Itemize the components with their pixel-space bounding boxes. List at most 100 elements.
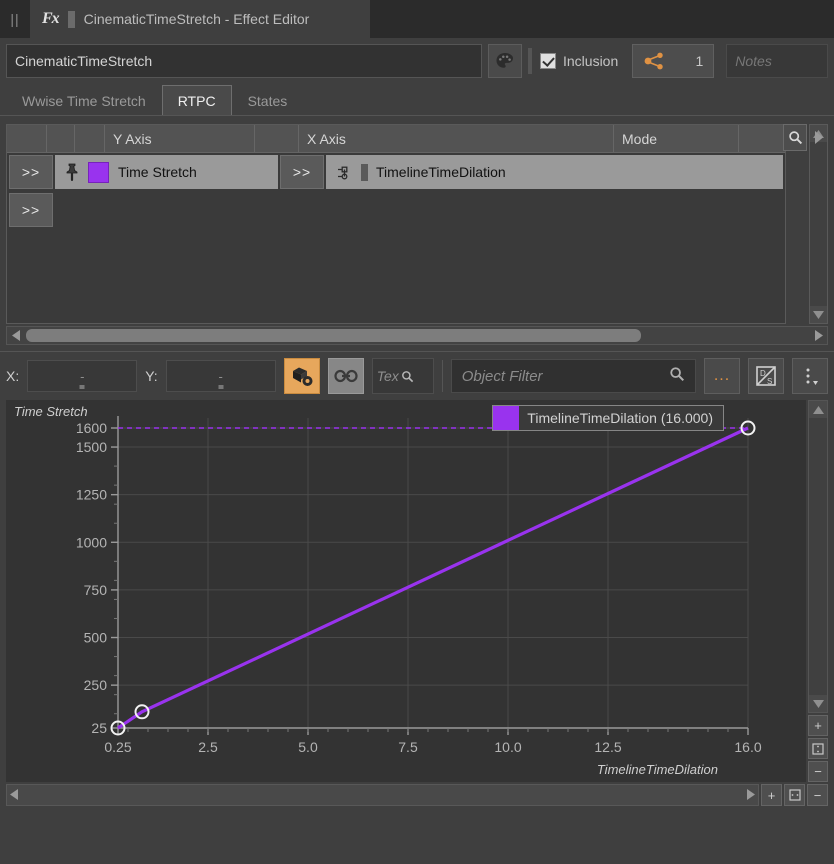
- object-name-bar: CinematicTimeStretch Inclusion 1 Notes: [0, 38, 834, 84]
- curve-color-swatch[interactable]: [88, 161, 109, 183]
- object-filter-input[interactable]: Object Filter: [450, 359, 696, 393]
- header-col-mode[interactable]: Mode: [614, 125, 739, 152]
- palette-button[interactable]: [488, 44, 522, 78]
- rtpc-game-parameter-icon: [338, 166, 348, 179]
- tab-wwise-time-stretch[interactable]: Wwise Time Stretch: [6, 85, 162, 115]
- chevron-left-icon: [11, 330, 20, 341]
- table-new-row[interactable]: >>: [7, 191, 785, 229]
- row-x-axis-cell[interactable]: TimelineTimeDilation: [326, 155, 783, 189]
- graph-vertical-scrollbar[interactable]: [808, 400, 828, 713]
- window-tab-label: CinematicTimeStretch - Effect Editor: [83, 11, 310, 27]
- y-tick-label: 25: [91, 720, 107, 736]
- graph-zoom-fit-horizontal-button[interactable]: [784, 784, 805, 806]
- tab-rtpc[interactable]: RTPC: [161, 85, 232, 115]
- graph-scroll-up-button[interactable]: [809, 401, 827, 418]
- scroll-track[interactable]: [810, 142, 827, 306]
- graph-zoom-out-vertical-button[interactable]: −: [808, 761, 828, 782]
- expand-right-icon: [814, 130, 823, 144]
- table-expand-button[interactable]: [810, 128, 826, 146]
- graph-zoom-in-vertical-button[interactable]: +: [808, 715, 828, 736]
- x-tick-label: 0.25: [104, 739, 131, 755]
- window-titlebar: || Fx CinematicTimeStretch - Effect Edit…: [0, 0, 834, 38]
- curve-plot-svg[interactable]: 25 250 500 750 1000 1250 1500 1600 0.25 2.5 5.0 7.5…: [6, 400, 806, 782]
- panel-drag-handle[interactable]: ||: [0, 0, 30, 38]
- row-y-axis-cell[interactable]: Time Stretch: [55, 155, 278, 189]
- curve-line[interactable]: [117, 426, 749, 730]
- graph-scroll-track[interactable]: [809, 418, 827, 695]
- notes-input[interactable]: Notes: [726, 44, 828, 78]
- scroll-left-button[interactable]: [7, 330, 24, 341]
- graph-scroll-right-button[interactable]: [747, 788, 755, 803]
- link-icon: [334, 369, 358, 383]
- y-tick-label: 1600: [76, 420, 107, 436]
- y-tick-label: 1250: [76, 487, 107, 503]
- table-row[interactable]: >> Time Stretch >> TimelineTimeDilation: [7, 153, 785, 191]
- x-tick-label: 2.5: [198, 739, 218, 755]
- inclusion-control[interactable]: Inclusion: [540, 53, 618, 69]
- table-vertical-scrollbar[interactable]: [809, 124, 828, 324]
- graph-side-controls: + −: [808, 400, 828, 782]
- x-tick-label: 5.0: [298, 739, 318, 755]
- more-options-icon: [806, 368, 818, 385]
- search-icon: [788, 131, 802, 145]
- chevron-right-icon: [747, 788, 755, 800]
- graph-title: Time Stretch: [14, 404, 88, 419]
- texture-filter-label: Tex: [376, 368, 399, 384]
- fx-icon: Fx: [42, 10, 60, 27]
- header-col-x-axis[interactable]: X Axis: [299, 125, 614, 152]
- scroll-right-button[interactable]: [810, 330, 827, 341]
- tab-separator: [67, 10, 75, 28]
- inclusion-checkbox[interactable]: [540, 53, 556, 69]
- graph-bottom-bar: + −: [6, 784, 828, 806]
- options-menu-button[interactable]: [792, 358, 828, 394]
- window-tab[interactable]: Fx CinematicTimeStretch - Effect Editor: [30, 0, 370, 38]
- graph-horizontal-scrollbar[interactable]: [6, 784, 759, 806]
- row-y-axis-label: Time Stretch: [118, 164, 197, 180]
- y-tick-label: 750: [84, 582, 108, 598]
- scroll-down-button[interactable]: [810, 306, 827, 323]
- graph-zoom-in-horizontal-button[interactable]: +: [761, 784, 782, 806]
- visual-studio-icon: D S: [756, 366, 776, 386]
- scroll-thumb[interactable]: [26, 329, 641, 342]
- new-row-expand-button[interactable]: >>: [9, 193, 53, 227]
- table-search-button[interactable]: [783, 124, 807, 151]
- curve-control-bar: X: - Y: - Tex Object Filter ... D S: [0, 352, 834, 400]
- link-curves-button[interactable]: [327, 358, 364, 394]
- curve-graph-area: Time Stretch TimelineTimeDilation (16.00…: [6, 400, 828, 782]
- y-coord-label: Y:: [145, 368, 158, 384]
- x-coord-label: X:: [6, 368, 20, 384]
- x-axis-title: TimelineTimeDilation: [596, 762, 718, 777]
- visual-studio-button[interactable]: D S: [748, 358, 784, 394]
- chevron-up-icon: [812, 405, 824, 414]
- chevron-left-icon: [10, 788, 18, 800]
- row-x-expand-button[interactable]: >>: [280, 155, 324, 189]
- shareset-count: 1: [695, 53, 704, 69]
- header-col-pin: [47, 125, 75, 152]
- search-icon: [401, 370, 413, 382]
- shareset-button[interactable]: 1: [632, 44, 715, 78]
- edit-curve-icon: [292, 367, 313, 386]
- y-tick-label: 1500: [76, 439, 107, 455]
- edit-curve-button[interactable]: [283, 358, 320, 394]
- object-name-input[interactable]: CinematicTimeStretch: [6, 44, 482, 78]
- table-horizontal-scrollbar[interactable]: [6, 326, 828, 345]
- object-filter-placeholder: Object Filter: [461, 367, 543, 385]
- chevron-down-icon: [812, 699, 824, 708]
- graph-zoom-fit-vertical-button[interactable]: [808, 738, 828, 759]
- x-coord-input[interactable]: -: [27, 360, 138, 392]
- more-button[interactable]: ...: [704, 358, 740, 394]
- row-expand-button[interactable]: >>: [9, 155, 53, 189]
- y-coord-input[interactable]: -: [165, 360, 276, 392]
- legend-label: TimelineTimeDilation (16.000): [527, 410, 713, 426]
- graph-zoom-out-horizontal-button[interactable]: −: [807, 784, 828, 806]
- tab-states[interactable]: States: [231, 85, 304, 115]
- graph-legend[interactable]: TimelineTimeDilation (16.000): [492, 405, 724, 431]
- header-col-y-axis[interactable]: Y Axis: [105, 125, 255, 152]
- texture-filter-input[interactable]: Tex: [371, 358, 434, 394]
- x-tick-label: 10.0: [494, 739, 521, 755]
- object-filter-search-icon: [669, 366, 685, 386]
- graph-scroll-left-button[interactable]: [10, 788, 18, 803]
- graph-scroll-down-button[interactable]: [809, 695, 827, 712]
- curve-graph[interactable]: Time Stretch TimelineTimeDilation (16.00…: [6, 400, 806, 782]
- x-tick-label: 12.5: [594, 739, 621, 755]
